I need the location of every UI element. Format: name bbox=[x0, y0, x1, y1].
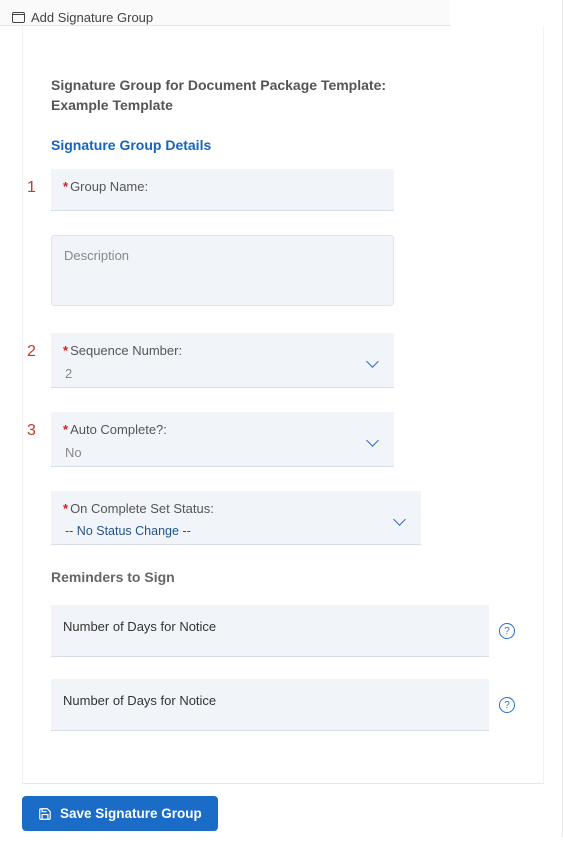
annotation-1: 1 bbox=[27, 179, 49, 197]
group-name-field[interactable]: * Group Name: bbox=[51, 169, 394, 211]
reminders-title: Reminders to Sign bbox=[51, 569, 515, 585]
on-complete-status-value: -- No Status Change -- bbox=[63, 524, 409, 538]
page-title: Signature Group for Document Package Tem… bbox=[51, 76, 515, 115]
days-notice-1-input[interactable]: Number of Days for Notice bbox=[51, 605, 489, 657]
save-icon bbox=[38, 807, 52, 821]
chevron-down-icon bbox=[395, 518, 407, 530]
auto-complete-value: No bbox=[63, 445, 382, 460]
required-marker: * bbox=[63, 343, 68, 358]
sequence-number-select[interactable]: * Sequence Number: 2 bbox=[51, 333, 394, 388]
notice-row-1: Number of Days for Notice ? bbox=[51, 605, 515, 657]
chevron-down-icon bbox=[368, 439, 380, 451]
days-notice-2-label: Number of Days for Notice bbox=[63, 693, 216, 708]
page-title-line2: Example Template bbox=[51, 97, 173, 113]
sequence-number-value: 2 bbox=[63, 366, 382, 381]
save-signature-group-button[interactable]: Save Signature Group bbox=[22, 796, 218, 831]
on-complete-status-select[interactable]: * On Complete Set Status: -- No Status C… bbox=[51, 491, 421, 545]
days-notice-2-input[interactable]: Number of Days for Notice bbox=[51, 679, 489, 731]
auto-complete-label: Auto Complete?: bbox=[70, 422, 167, 437]
help-icon[interactable]: ? bbox=[499, 623, 515, 639]
required-marker: * bbox=[63, 422, 68, 437]
notice-row-2: Number of Days for Notice ? bbox=[51, 679, 515, 731]
section-title: Signature Group Details bbox=[51, 137, 515, 153]
required-marker: * bbox=[63, 501, 68, 516]
description-input[interactable] bbox=[51, 235, 394, 306]
save-button-label: Save Signature Group bbox=[60, 806, 202, 821]
annotation-2: 2 bbox=[27, 343, 49, 361]
on-complete-status-label: On Complete Set Status: bbox=[70, 501, 214, 516]
title-bar: Add Signature Group bbox=[0, 0, 450, 26]
auto-complete-select[interactable]: * Auto Complete?: No bbox=[51, 412, 394, 467]
footer: Save Signature Group bbox=[0, 784, 562, 853]
help-icon[interactable]: ? bbox=[499, 697, 515, 713]
window-title: Add Signature Group bbox=[31, 10, 153, 25]
form-panel: Signature Group for Document Package Tem… bbox=[22, 26, 544, 784]
group-name-label: Group Name: bbox=[70, 179, 148, 194]
window-root: Add Signature Group Signature Group for … bbox=[0, 0, 563, 837]
sequence-number-label: Sequence Number: bbox=[70, 343, 182, 358]
days-notice-1-label: Number of Days for Notice bbox=[63, 619, 216, 634]
chevron-down-icon bbox=[368, 360, 380, 372]
required-marker: * bbox=[63, 179, 68, 194]
annotation-3: 3 bbox=[27, 422, 49, 440]
window-icon bbox=[12, 12, 25, 23]
page-title-line1: Signature Group for Document Package Tem… bbox=[51, 77, 386, 93]
